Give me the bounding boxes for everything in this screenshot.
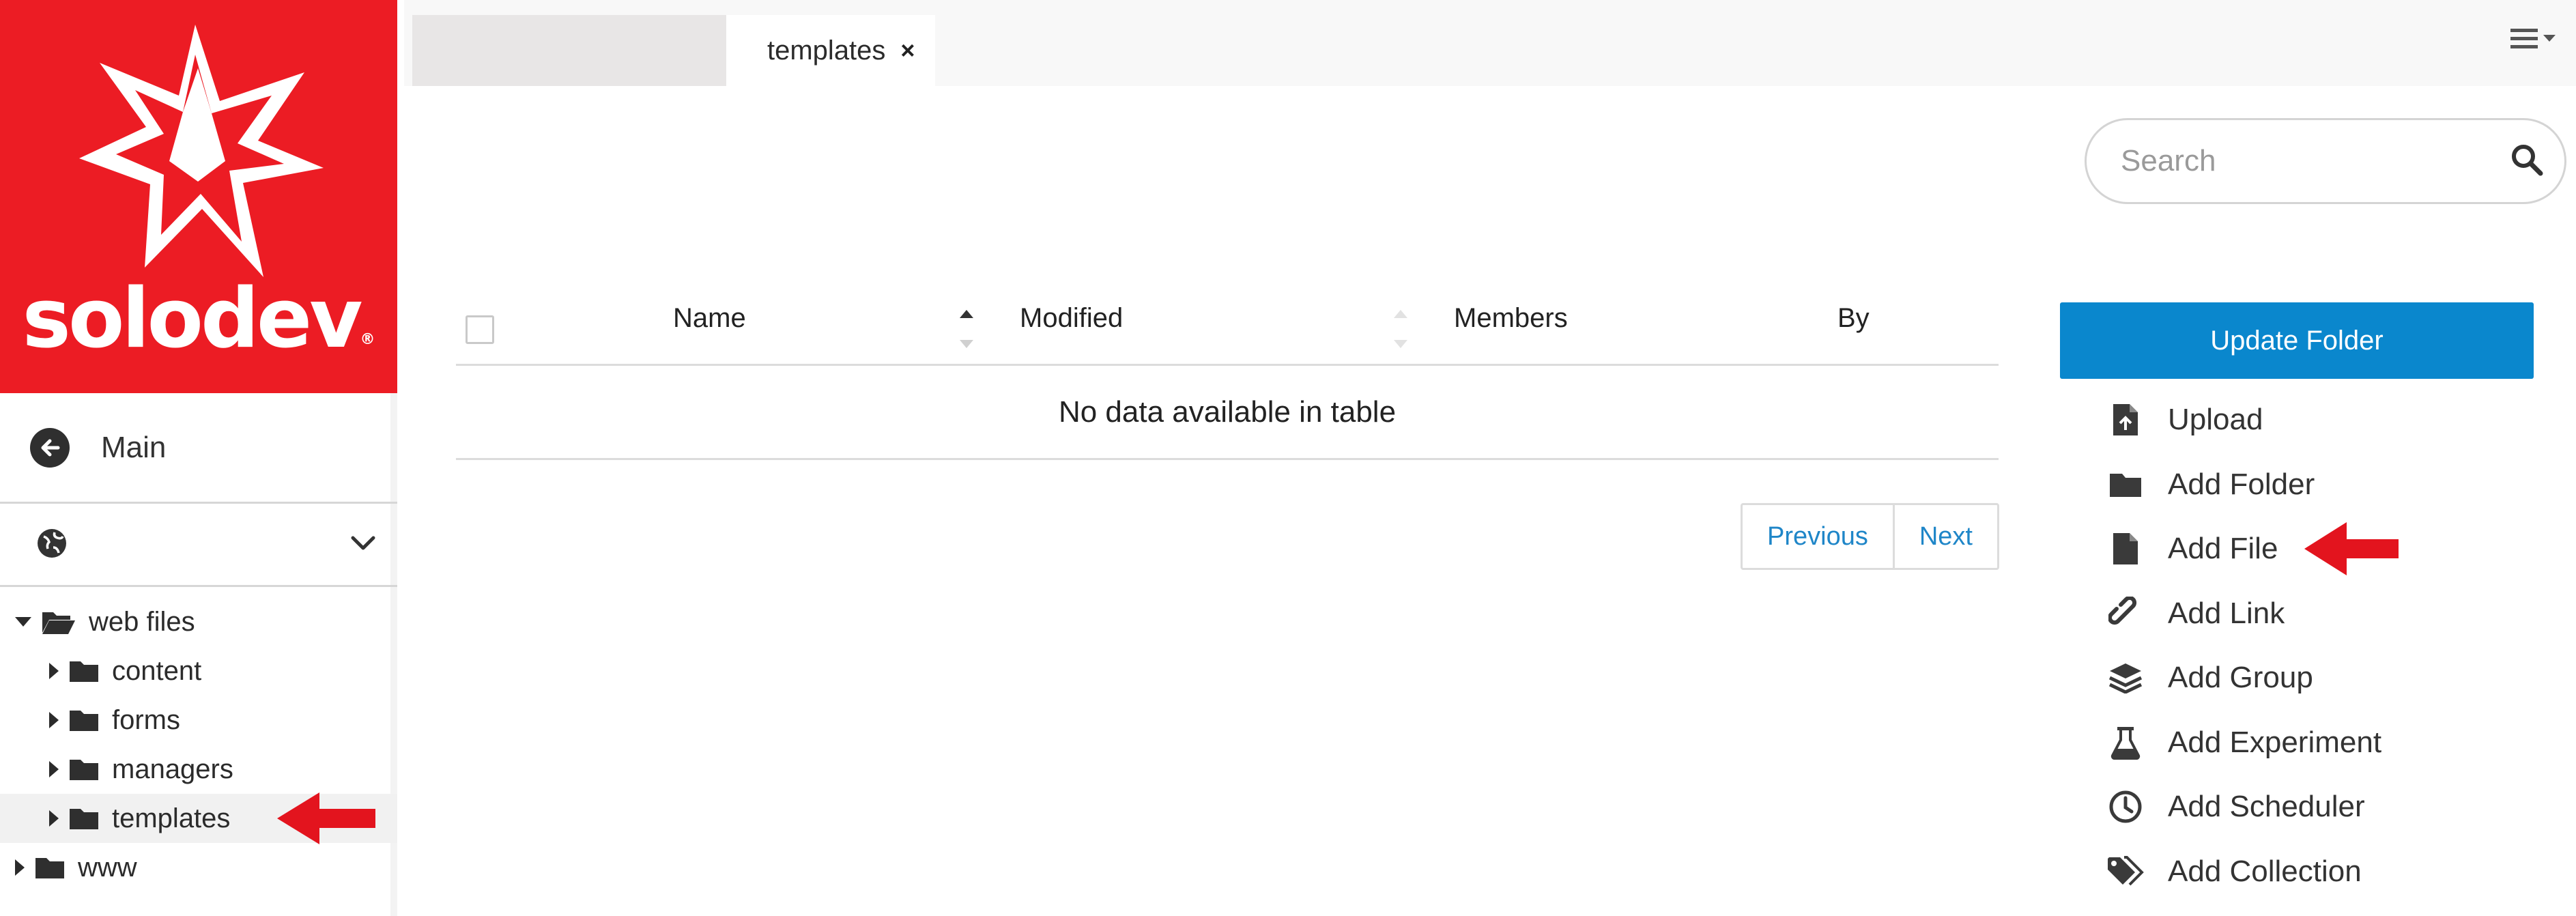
layers-icon [2106,659,2145,697]
add-collection-action[interactable]: Add Collection [2106,840,2571,904]
flask-icon [2106,724,2145,762]
file-tree: web files content forms managers templat… [0,597,397,892]
link-icon [2106,595,2145,633]
tree-item-label: www [78,852,137,883]
file-icon [2106,530,2145,568]
folder-icon [2106,466,2145,504]
caret-right-icon[interactable] [49,663,59,679]
caret-down-icon[interactable] [15,617,31,627]
action-label: Add Group [2168,661,2313,695]
add-scheduler-action[interactable]: Add Scheduler [2106,775,2571,840]
site-select-dropdown[interactable] [0,505,397,587]
column-header-name[interactable]: Name [673,303,746,334]
arrow-left-circle-icon [30,427,70,468]
annotation-arrow-icon [277,792,375,844]
caret-right-icon[interactable] [49,761,59,777]
tree-item-forms[interactable]: forms [0,696,397,745]
solodev-star-icon [79,25,324,277]
add-link-action[interactable]: Add Link [2106,582,2571,646]
brand-logo[interactable]: solodev® [0,0,397,393]
upload-action[interactable]: Upload [2106,388,2571,453]
tab-placeholder[interactable] [412,15,726,86]
chevron-down-icon [349,534,377,556]
tree-item-managers[interactable]: managers [0,745,397,794]
folder-icon [68,708,100,732]
caret-right-icon[interactable] [49,810,59,827]
tree-item-label: forms [112,704,180,735]
search-box[interactable] [2085,118,2566,204]
next-page-button[interactable]: Next [1892,505,1997,568]
tree-item-label: templates [112,803,231,833]
add-file-action[interactable]: Add File [2106,517,2571,582]
files-table: Name Modified Members By No data availab… [456,287,1999,460]
folder-icon [68,806,100,831]
table-empty-row: No data available in table [456,366,1999,460]
column-header-modified[interactable]: Modified [1020,303,1123,334]
caret-right-icon[interactable] [49,712,59,728]
caret-down-icon [2543,35,2556,42]
action-label: Add File [2168,532,2278,566]
hamburger-menu-icon[interactable] [2510,27,2556,51]
column-header-members: Members [1454,303,1568,333]
action-label: Add Collection [2168,854,2362,888]
sort-icon[interactable] [1394,310,1407,348]
file-upload-icon [2106,401,2145,439]
search-icon[interactable] [2510,143,2544,180]
clock-icon [2106,788,2145,826]
tree-item-label: web files [89,606,195,637]
globe-icon [35,527,68,563]
action-label: Add Link [2168,596,2285,630]
tab-label: templates [767,35,886,66]
tree-item-label: managers [112,754,233,784]
action-label: Upload [2168,403,2263,437]
annotation-arrow-icon [2304,522,2399,575]
folder-open-icon [41,608,76,635]
caret-right-icon[interactable] [15,859,25,876]
add-experiment-action[interactable]: Add Experiment [2106,711,2571,775]
tree-item-web-files[interactable]: web files [0,597,397,646]
tree-item-templates[interactable]: templates [0,792,397,844]
previous-page-button[interactable]: Previous [1743,505,1893,568]
tab-bar: templates × [404,0,2576,86]
tab-templates[interactable]: templates × [726,15,935,86]
update-folder-button[interactable]: Update Folder [2060,302,2534,379]
action-label: Add Scheduler [2168,790,2365,824]
brand-wordmark: solodev® [22,272,375,367]
main-nav-label: Main [101,430,167,464]
pagination: Previous Next [1741,503,1999,570]
actions-menu: Upload Add Folder Add File Add Link Add … [2106,388,2571,904]
tree-item-www[interactable]: www [0,843,397,892]
folder-icon [68,757,100,782]
folder-icon [34,855,66,880]
tags-icon [2106,853,2145,891]
folder-icon [68,659,100,683]
add-folder-action[interactable]: Add Folder [2106,453,2571,517]
search-input[interactable] [2121,144,2476,178]
close-icon[interactable]: × [900,36,915,65]
main-nav-back[interactable]: Main [0,393,397,504]
column-header-by: By [1837,303,1870,333]
action-label: Add Folder [2168,467,2315,501]
table-header: Name Modified Members By [456,287,1999,366]
select-all-checkbox[interactable] [466,315,494,344]
add-group-action[interactable]: Add Group [2106,646,2571,711]
tree-item-label: content [112,655,202,686]
sort-ascending-icon[interactable] [960,310,973,348]
action-label: Add Experiment [2168,725,2382,759]
tree-item-content[interactable]: content [0,646,397,696]
sidebar: solodev® Main web files content forms ma… [0,0,397,916]
